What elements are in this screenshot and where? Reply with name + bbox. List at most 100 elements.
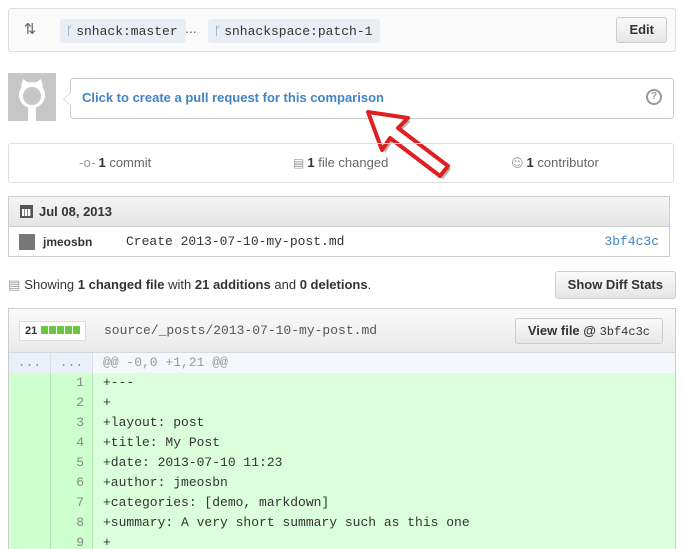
new-line-number[interactable]: 1 xyxy=(51,373,93,393)
file-diff-icon: ▤ xyxy=(293,156,305,170)
diff-line-code: +layout: post xyxy=(103,415,205,430)
new-line-number[interactable]: 6 xyxy=(51,473,93,493)
diff-line-added: 4 +title: My Post xyxy=(9,433,675,453)
old-line-number[interactable] xyxy=(9,453,51,473)
commit-date: Jul 08, 2013 xyxy=(39,204,112,219)
diff-line-added: 2 + xyxy=(9,393,675,413)
old-line-number[interactable] xyxy=(9,393,51,413)
diff-line-added: 8 +summary: A very short summary such as … xyxy=(9,513,675,533)
commit-message[interactable]: Create 2013-07-10-my-post.md xyxy=(126,234,344,249)
base-branch-selector[interactable]: ᚴ snhack:master xyxy=(60,19,186,43)
comparison-stats: -o- 1 commit ▤ 1 file changed ☺ 1 contribut… xyxy=(8,143,674,183)
head-branch-label: snhackspace:patch-1 xyxy=(224,24,373,39)
old-line-number[interactable] xyxy=(9,413,51,433)
file-icon: ▤ xyxy=(8,278,21,293)
new-line-number[interactable]: 5 xyxy=(51,453,93,473)
new-line-number[interactable]: 4 xyxy=(51,433,93,453)
old-line-number[interactable] xyxy=(9,513,51,533)
view-file-label: View file @ xyxy=(527,323,596,338)
diff-line-code: +categories: [demo, markdown] xyxy=(103,495,330,510)
commit-row: jmeosbn Create 2013-07-10-my-post.md 3bf… xyxy=(9,227,669,257)
diffstat-block xyxy=(65,326,73,334)
diff-line-code: +summary: A very short summary such as t… xyxy=(103,515,470,530)
compare-ellipsis: ... xyxy=(185,20,197,36)
commit-date-header: Jul 08, 2013 xyxy=(9,197,669,227)
hunk-header: ... ... @@ -0,0 +1,21 @@ xyxy=(9,353,675,373)
old-line-number[interactable] xyxy=(9,373,51,393)
contributors-label: contributor xyxy=(537,155,599,170)
old-line-number[interactable] xyxy=(9,433,51,453)
old-line-number[interactable] xyxy=(9,473,51,493)
old-line-number[interactable] xyxy=(9,493,51,513)
new-line-number[interactable]: 8 xyxy=(51,513,93,533)
diff-line-code: +--- xyxy=(103,375,135,390)
new-line-number[interactable]: 7 xyxy=(51,493,93,513)
commits-count: 1 xyxy=(98,155,106,170)
octocat-icon xyxy=(8,73,56,121)
hunk-text: @@ -0,0 +1,21 @@ xyxy=(103,355,228,370)
view-file-sha: 3bf4c3c xyxy=(599,325,650,339)
diffstat-block xyxy=(49,326,57,334)
diffstat-block xyxy=(57,326,65,334)
diff-line-added: 3 +layout: post xyxy=(9,413,675,433)
compare-swap-icon[interactable]: ⇅ xyxy=(21,21,39,39)
diff-line-added: 7 +categories: [demo, markdown] xyxy=(9,493,675,513)
diff-count-badge: 21 xyxy=(19,321,87,341)
help-icon[interactable]: ? xyxy=(646,89,662,105)
edit-button[interactable]: Edit xyxy=(616,17,667,43)
summary-files: 1 changed file xyxy=(77,277,165,292)
files-count: 1 xyxy=(307,155,315,170)
diff-line-added: 6 +author: jmeosbn xyxy=(9,473,675,493)
contributors-count: 1 xyxy=(526,155,534,170)
new-line-number[interactable]: 2 xyxy=(51,393,93,413)
diff-lines: 1 +--- 2 +3 +layout: post 4 +title: My Post 5 +d… xyxy=(9,373,675,549)
commits-label: commit xyxy=(109,155,152,170)
file-header: 21 source/_posts/2013-07-10-my-post.md V… xyxy=(9,309,675,353)
commit-author[interactable]: jmeosbn xyxy=(43,235,92,249)
summary-suffix: . xyxy=(367,277,372,292)
contributor-icon: ☺ xyxy=(511,156,524,170)
files-stat[interactable]: ▤ 1 file changed xyxy=(293,155,388,170)
files-label: file changed xyxy=(318,155,389,170)
compare-bar: ⇅ ᚴ snhack:master ... ᚴ snhackspace:patch-… xyxy=(8,8,676,52)
calendar-icon xyxy=(20,205,33,218)
diff-line-code: +title: My Post xyxy=(103,435,221,450)
diff-line-added: 1 +--- xyxy=(9,373,675,393)
commit-icon: -o- xyxy=(79,156,96,170)
diff-line-code: + xyxy=(103,395,111,410)
avatar xyxy=(8,73,56,121)
file-path: source/_posts/2013-07-10-my-post.md xyxy=(104,323,378,338)
commit-author-avatar[interactable] xyxy=(19,234,35,250)
diff-count: 21 xyxy=(25,325,38,337)
base-branch-label: snhack:master xyxy=(76,24,178,39)
summary-deletions: 0 deletions xyxy=(299,277,368,292)
file-diff: 21 source/_posts/2013-07-10-my-post.md V… xyxy=(8,308,676,549)
hunk-expand-left[interactable]: ... xyxy=(9,353,51,373)
create-pull-request-link[interactable]: Click to create a pull request for this … xyxy=(82,90,384,105)
diff-line-code: +date: 2013-07-10 11:23 xyxy=(103,455,283,470)
summary-and: and xyxy=(274,277,297,292)
diffstat-block xyxy=(73,326,81,334)
summary-with: with xyxy=(168,277,192,292)
commits-stat[interactable]: -o- 1 commit xyxy=(79,155,151,170)
view-file-button[interactable]: View file @ 3bf4c3c xyxy=(514,318,663,344)
diff-line-code: +author: jmeosbn xyxy=(103,475,228,490)
branch-icon: ᚴ xyxy=(214,24,222,38)
diff-line-added: 5 +date: 2013-07-10 11:23 xyxy=(9,453,675,473)
contributors-stat[interactable]: ☺ 1 contributor xyxy=(511,155,599,170)
old-line-number[interactable] xyxy=(9,533,51,549)
diffstat-block xyxy=(41,326,49,334)
new-line-number[interactable]: 3 xyxy=(51,413,93,433)
summary-prefix: Showing xyxy=(24,277,75,292)
diff-line-code: + xyxy=(103,535,111,549)
summary-additions: 21 additions xyxy=(194,277,271,292)
branch-icon: ᚴ xyxy=(66,24,74,38)
diff-line-added: 9 + xyxy=(9,533,675,549)
new-line-number[interactable]: 9 xyxy=(51,533,93,549)
show-diff-stats-button[interactable]: Show Diff Stats xyxy=(554,271,676,299)
diff-summary: ▤ Showing 1 changed file with 21 addition… xyxy=(8,277,371,293)
commit-sha-link[interactable]: 3bf4c3c xyxy=(604,234,659,249)
commit-list: Jul 08, 2013 jmeosbn Create 2013-07-10-m… xyxy=(8,196,670,257)
hunk-expand-right[interactable]: ... xyxy=(51,353,93,373)
head-branch-selector[interactable]: ᚴ snhackspace:patch-1 xyxy=(208,19,381,43)
